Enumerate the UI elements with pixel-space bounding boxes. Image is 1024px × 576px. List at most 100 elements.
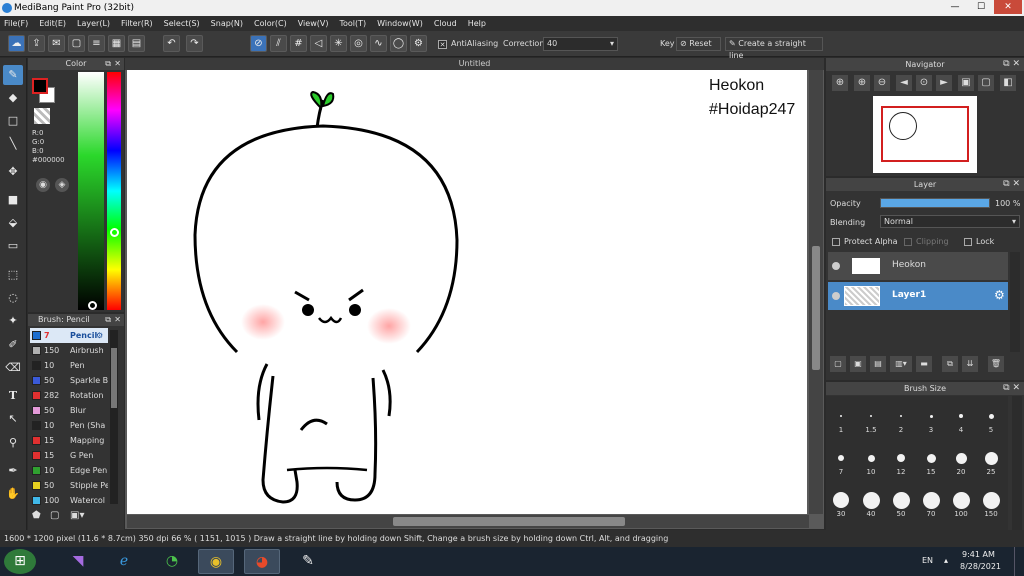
- antialiasing-checkbox[interactable]: ✕: [438, 40, 447, 49]
- menu-edit[interactable]: Edit(E): [39, 19, 66, 28]
- fill-rect-tool-icon[interactable]: ■: [3, 190, 23, 210]
- select-pen-tool-icon[interactable]: ✐: [3, 335, 23, 355]
- vertical-scrollbar[interactable]: [809, 70, 823, 514]
- close-panel-icon[interactable]: ⧉ ✕: [1003, 178, 1020, 191]
- hand-tool-icon[interactable]: ✋: [3, 484, 23, 504]
- brush-size-dot[interactable]: [838, 455, 844, 461]
- brush-size-dot[interactable]: [900, 415, 902, 417]
- folder-icon[interactable]: ▬: [916, 356, 932, 372]
- brush-list-item[interactable]: 282 Rotation: [30, 388, 108, 403]
- menu-help[interactable]: Help: [468, 19, 486, 28]
- close-panel-icon[interactable]: ⧉ ✕: [1003, 58, 1020, 71]
- show-desktop-button[interactable]: [1014, 547, 1024, 576]
- lock-checkbox[interactable]: [964, 238, 972, 246]
- trash-icon[interactable]: 🗑: [988, 356, 1004, 372]
- circle-snap-icon[interactable]: ◎: [350, 35, 367, 52]
- gradient-tool-icon[interactable]: ▭: [3, 236, 23, 256]
- clock-date[interactable]: 8/28/2021: [960, 562, 1001, 571]
- brush-list-item[interactable]: 50 Stipple Pe: [30, 478, 108, 493]
- brush-list-scrollbar[interactable]: [110, 330, 118, 504]
- internet-explorer-icon[interactable]: ℯ: [106, 549, 142, 574]
- new-file-icon[interactable]: ▢: [68, 35, 85, 52]
- paint-icon[interactable]: ✎: [290, 549, 326, 574]
- gear-icon[interactable]: ⚙: [96, 328, 103, 343]
- new-layer-icon[interactable]: ▢: [830, 356, 846, 372]
- eyedropper-tool-icon[interactable]: ⚲: [3, 433, 23, 453]
- move-tool-icon[interactable]: ✥: [3, 162, 23, 182]
- zoom-out-icon[interactable]: ⊖: [874, 75, 890, 91]
- crisscross-snap-icon[interactable]: #: [290, 35, 307, 52]
- menu-cloud[interactable]: Cloud: [434, 19, 457, 28]
- settings-snap-icon[interactable]: ⚙: [410, 35, 427, 52]
- curve-snap-icon[interactable]: ∿: [370, 35, 387, 52]
- brush-size-dot[interactable]: [982, 491, 1000, 509]
- add-brush-icon[interactable]: ⬟: [32, 510, 48, 524]
- brush-list-item[interactable]: 150 Airbrush: [30, 343, 108, 358]
- visibility-icon[interactable]: [832, 262, 840, 270]
- chrome-icon[interactable]: ◉: [198, 549, 234, 574]
- brush-size-dot[interactable]: [922, 491, 940, 509]
- new-halftone-layer-icon[interactable]: ▤: [870, 356, 886, 372]
- vanishing-point-icon[interactable]: ◁: [310, 35, 327, 52]
- blending-select[interactable]: Normal ▾: [880, 215, 1020, 228]
- parallel-snap-icon[interactable]: ⫽: [270, 35, 287, 52]
- dropper-tool-icon[interactable]: ✒: [3, 461, 23, 481]
- close-button[interactable]: ✕: [994, 0, 1022, 14]
- document-icon[interactable]: ≡: [88, 35, 105, 52]
- zoom-icon[interactable]: ⊕: [832, 75, 848, 91]
- brush-list-item[interactable]: 50 Sparkle B: [30, 373, 108, 388]
- brightness-handle[interactable]: [88, 301, 97, 310]
- maximize-button[interactable]: ☐: [968, 0, 994, 14]
- bucket-tool-icon[interactable]: ⬙: [3, 213, 23, 233]
- snap-off-icon[interactable]: ⊘: [250, 35, 267, 52]
- merge-down-icon[interactable]: ⇊: [962, 356, 978, 372]
- pen-tool-icon[interactable]: ╲: [3, 134, 23, 154]
- brush-size-dot[interactable]: [870, 415, 872, 417]
- layer-row[interactable]: Heokon: [828, 252, 1008, 280]
- copy-brush-icon[interactable]: ▢: [50, 510, 66, 524]
- palette-add-icon[interactable]: ◈: [55, 178, 69, 192]
- drawing-canvas[interactable]: Heokon #Hoidap247: [127, 70, 807, 514]
- brush-list-item[interactable]: 10 Pen: [30, 358, 108, 373]
- brush-menu-icon[interactable]: ▣▾: [70, 510, 90, 524]
- brush-size-dot[interactable]: [955, 452, 967, 464]
- brush-list-item[interactable]: 100 Watercol: [30, 493, 108, 506]
- rotate-left-icon[interactable]: ◄: [896, 75, 912, 91]
- menu-window[interactable]: Window(W): [377, 19, 423, 28]
- eraser-tool-icon[interactable]: ◆: [3, 88, 23, 108]
- brush-size-dot[interactable]: [840, 415, 842, 417]
- close-panel-icon[interactable]: ✕: [114, 59, 121, 68]
- layer-row-selected[interactable]: Layer1 ⚙: [828, 282, 1008, 310]
- reset-button[interactable]: ⊘ Reset: [676, 37, 721, 51]
- brush-list-item[interactable]: 50 Blur: [30, 403, 108, 418]
- clock-time[interactable]: 9:41 AM: [962, 550, 995, 559]
- primary-color-swatch[interactable]: [32, 78, 48, 94]
- language-indicator[interactable]: EN: [922, 556, 933, 565]
- medibang-icon[interactable]: ◕: [244, 549, 280, 574]
- text-tool-icon[interactable]: T: [3, 386, 23, 406]
- menu-layer[interactable]: Layer(L): [77, 19, 110, 28]
- brush-size-dot[interactable]: [988, 413, 994, 419]
- save-icon[interactable]: ▤: [128, 35, 145, 52]
- menu-color[interactable]: Color(C): [254, 19, 287, 28]
- clipping-checkbox[interactable]: [904, 238, 912, 246]
- brush-size-dot[interactable]: [929, 414, 933, 418]
- brush-list-item[interactable]: 7 Pencil ⚙: [30, 328, 108, 343]
- brightness-slider[interactable]: [78, 72, 104, 310]
- brush-size-dot[interactable]: [862, 491, 880, 509]
- undock-icon[interactable]: ⧉: [105, 315, 111, 325]
- brush-size-dot[interactable]: [984, 451, 998, 465]
- correction-select[interactable]: 40 ▾: [543, 37, 618, 51]
- menu-tool[interactable]: Tool(T): [339, 19, 366, 28]
- vertical-scroll-thumb[interactable]: [812, 246, 820, 370]
- rotate-reset-icon[interactable]: ⊙: [916, 75, 932, 91]
- brush-size-dot[interactable]: [959, 414, 963, 418]
- add-layer-menu-icon[interactable]: ▥▾: [890, 356, 912, 372]
- brush-list-item[interactable]: 15 G Pen: [30, 448, 108, 463]
- document-tab[interactable]: Untitled: [125, 58, 824, 70]
- duplicate-layer-icon[interactable]: ⧉: [942, 356, 958, 372]
- fit-icon[interactable]: ▣: [958, 75, 974, 91]
- operation-tool-icon[interactable]: ↖: [3, 409, 23, 429]
- lasso-tool-icon[interactable]: ◌: [3, 288, 23, 308]
- hue-handle[interactable]: [110, 228, 119, 237]
